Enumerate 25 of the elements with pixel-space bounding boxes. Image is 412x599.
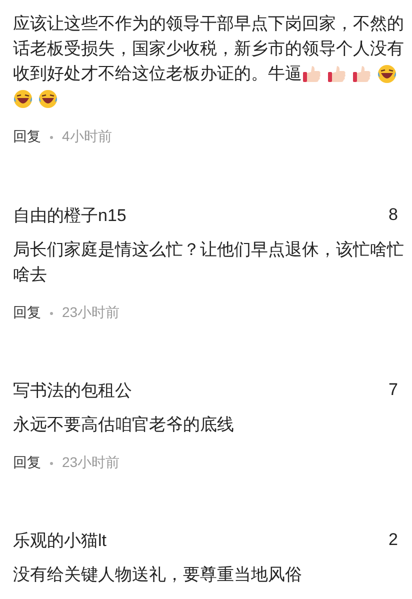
reply-link[interactable]: 回复 [13,128,41,146]
thumbs-up-icon [302,64,322,84]
like-count: 8 [388,205,398,225]
timestamp: 23小时前 [62,304,120,322]
user-name[interactable]: 乐观的小猫lt [13,528,106,552]
comment-text: 局长们家庭是情这么忙？让他们早点退休，该忙啥忙 [13,239,404,261]
reply-link[interactable]: 回复 [13,454,41,472]
comment-text: 话老板受损失，国家少收税，新乡市的领导个人没有 [13,38,404,60]
like-count: 2 [388,530,398,550]
user-name[interactable]: 自由的橙子n15 [13,204,126,226]
timestamp: 4小时前 [62,128,112,146]
laughing-emoji-icon [377,64,397,84]
comment-text: 应该让这些不作为的领导干部早点下岗回家，不然的 [13,13,404,35]
comment-text: 啥去 [13,264,47,286]
reply-link[interactable]: 回复 [13,304,41,322]
like-count: 7 [388,380,398,400]
comment-text: 收到好处才不给这位老板办证的。牛逼 [13,63,302,85]
thumbs-up-icon [327,64,347,84]
laughing-emoji-icon [13,88,33,108]
user-name[interactable]: 写书法的包租公 [13,378,132,402]
laughing-emoji-icon [38,88,58,108]
timestamp: 23小时前 [62,454,120,472]
comment-text: 没有给关键人物送礼，要尊重当地风俗 [13,564,302,586]
comment-text: 永远不要高估咱官老爷的底线 [13,414,234,436]
thumbs-up-icon [352,64,372,84]
